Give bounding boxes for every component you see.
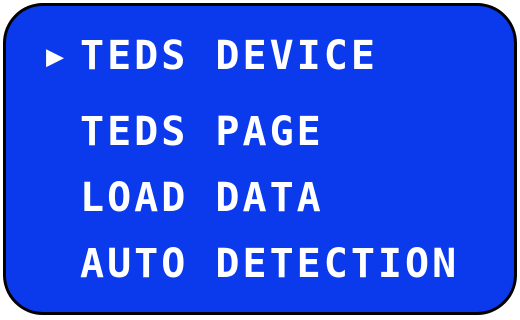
menu-item-label: LOAD DATA	[80, 175, 324, 221]
lcd-screen: ▶ TEDS DEVICE TEDS PAGE LOAD DATA AUTO D…	[3, 3, 517, 315]
menu-item-label: AUTO DETECTION	[80, 241, 460, 287]
main-menu: ▶ TEDS DEVICE TEDS PAGE LOAD DATA AUTO D…	[6, 6, 514, 312]
menu-item-auto-detection[interactable]: AUTO DETECTION	[46, 234, 459, 294]
menu-item-teds-page[interactable]: TEDS PAGE	[46, 102, 324, 162]
menu-item-teds-device[interactable]: ▶ TEDS DEVICE	[46, 26, 378, 86]
menu-item-load-data[interactable]: LOAD DATA	[46, 168, 324, 228]
menu-item-label: TEDS DEVICE	[80, 33, 378, 79]
menu-item-label: TEDS PAGE	[80, 109, 324, 155]
selection-cursor-icon: ▶	[46, 38, 68, 74]
